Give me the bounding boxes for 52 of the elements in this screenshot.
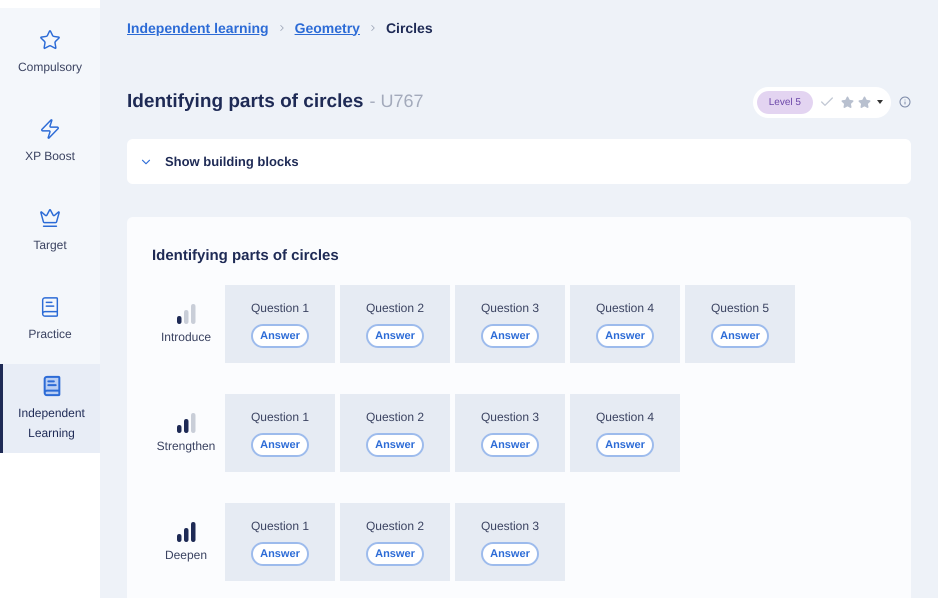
question-label: Question 5 bbox=[710, 300, 770, 317]
book-icon bbox=[40, 374, 62, 396]
breadcrumb-current: Circles bbox=[386, 18, 433, 38]
breadcrumb-link[interactable]: Geometry bbox=[294, 18, 360, 38]
sidebar-item[interactable]: Target bbox=[0, 186, 100, 275]
building-blocks-toggle[interactable]: Show building blocks bbox=[127, 139, 911, 184]
sidebar-item[interactable]: Practice bbox=[0, 275, 100, 364]
bolt-icon bbox=[39, 118, 61, 140]
difficulty-bars-icon bbox=[175, 520, 197, 542]
row-label: Introduce bbox=[160, 328, 212, 346]
dropdown-caret-icon bbox=[877, 100, 883, 104]
unit-code: - U767 bbox=[370, 90, 424, 113]
answer-button[interactable]: Answer bbox=[366, 432, 424, 458]
info-icon[interactable] bbox=[899, 96, 911, 108]
answer-button[interactable]: Answer bbox=[596, 324, 654, 348]
answer-button[interactable]: Answer bbox=[596, 432, 654, 458]
sidebar-item[interactable]: XP Boost bbox=[0, 97, 100, 186]
answer-button[interactable]: Answer bbox=[481, 324, 539, 348]
sidebar-item[interactable]: Independent Learning bbox=[0, 364, 100, 453]
question-label: Question 2 bbox=[366, 300, 424, 317]
answer-button[interactable]: Answer bbox=[711, 324, 769, 348]
sidebar-item[interactable]: Compulsory bbox=[0, 8, 100, 97]
difficulty-bars-icon bbox=[175, 302, 197, 324]
answer-button[interactable]: Answer bbox=[366, 324, 424, 348]
row-label: Deepen bbox=[164, 546, 208, 564]
question-label: Question 1 bbox=[250, 408, 310, 426]
answer-button[interactable]: Answer bbox=[251, 432, 309, 458]
star-icon bbox=[858, 96, 871, 108]
question-label: Question 3 bbox=[480, 408, 540, 426]
answer-button[interactable]: Answer bbox=[251, 324, 309, 348]
difficulty-bars-icon bbox=[175, 410, 197, 432]
level-badge: Level 5 bbox=[756, 90, 813, 114]
question-label: Question 4 bbox=[596, 408, 654, 426]
row-label: Strengthen bbox=[156, 438, 216, 454]
question-label: Question 4 bbox=[596, 300, 654, 317]
book-icon bbox=[39, 296, 61, 318]
star-icon bbox=[841, 96, 854, 108]
question-label: Question 1 bbox=[250, 518, 310, 535]
section-title: Identifying parts of circles bbox=[152, 246, 340, 266]
question-label: Question 3 bbox=[480, 300, 540, 317]
breadcrumb-link[interactable]: Independent learning bbox=[127, 18, 269, 38]
question-label: Question 2 bbox=[366, 408, 424, 426]
crown-icon bbox=[39, 206, 61, 228]
answer-button[interactable]: Answer bbox=[481, 542, 539, 566]
question-label: Question 3 bbox=[480, 518, 540, 535]
question-label: Question 2 bbox=[366, 518, 424, 535]
question-label: Question 1 bbox=[250, 300, 310, 317]
answer-button[interactable]: Answer bbox=[366, 542, 424, 566]
star-icon bbox=[39, 28, 61, 50]
answer-button[interactable]: Answer bbox=[481, 432, 539, 458]
answer-button[interactable]: Answer bbox=[251, 542, 309, 566]
page-title: Identifying parts of circles bbox=[127, 90, 364, 114]
